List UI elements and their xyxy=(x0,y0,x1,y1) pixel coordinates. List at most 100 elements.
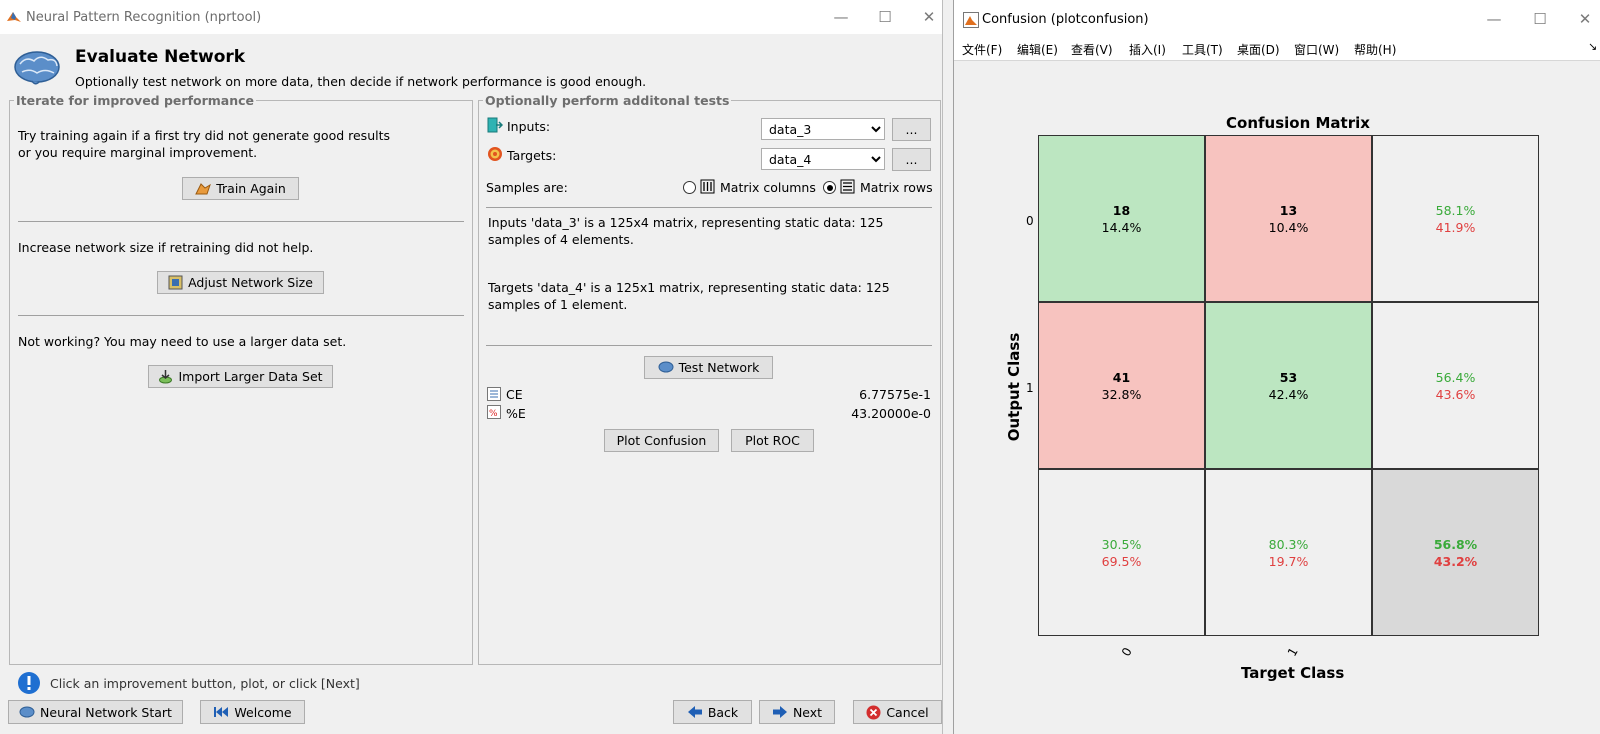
maximize-button[interactable]: ☐ xyxy=(1526,8,1554,30)
targets-icon xyxy=(488,147,502,161)
minimize-button[interactable]: — xyxy=(827,6,855,28)
cm-cell-1-2: 56.4% 43.6% xyxy=(1372,302,1539,469)
tests-panel-legend: Optionally perform additonal tests xyxy=(485,93,730,108)
back-button[interactable]: Back xyxy=(673,700,752,724)
x-axis-label: Target Class xyxy=(1241,664,1345,682)
menu-edit[interactable]: 编辑(E) xyxy=(1017,41,1058,58)
col-tick-0: 0 xyxy=(1118,645,1135,659)
divider xyxy=(486,345,932,346)
row-tick-0: 0 xyxy=(1026,214,1034,228)
cell-percent: 10.4% xyxy=(1268,219,1309,235)
targets-select[interactable]: data_4 xyxy=(761,148,885,170)
inputs-description: Inputs 'data_3' is a 125x4 matrix, repre… xyxy=(488,215,884,247)
ce-value: 6.77575e-1 xyxy=(859,387,931,402)
percent-error-value: 43.20000e-0 xyxy=(851,406,931,421)
col-tick-1: 1 xyxy=(1284,645,1301,659)
adjust-network-size-button[interactable]: Adjust Network Size xyxy=(157,271,324,294)
ce-icon xyxy=(487,387,501,401)
cm-cell-0-0: 18 14.4% xyxy=(1038,135,1205,302)
rewind-icon xyxy=(214,707,229,717)
row-tick-1: 1 xyxy=(1026,381,1034,395)
targets-label: Targets: xyxy=(507,148,557,163)
cancel-label: Cancel xyxy=(886,704,929,720)
menu-insert[interactable]: 插入(I) xyxy=(1129,41,1166,58)
menu-help[interactable]: 帮助(H) xyxy=(1354,41,1396,58)
back-arrow-icon xyxy=(687,706,702,718)
cancel-button[interactable]: Cancel xyxy=(853,700,942,724)
divider xyxy=(486,207,932,208)
cell-error-percent: 69.5% xyxy=(1101,553,1142,569)
menu-file[interactable]: 文件(F) xyxy=(962,41,1002,58)
cell-error-percent: 43.2% xyxy=(1433,553,1478,569)
matrix-rows-radio[interactable] xyxy=(823,181,836,194)
cm-cell-0-2: 58.1% 41.9% xyxy=(1372,135,1539,302)
inputs-browse-button[interactable]: ... xyxy=(892,118,931,141)
window-title: Confusion (plotconfusion) xyxy=(982,12,1149,27)
cell-percent: 42.4% xyxy=(1268,386,1309,402)
plot-roc-button[interactable]: Plot ROC xyxy=(731,429,814,452)
welcome-button[interactable]: Welcome xyxy=(200,700,305,724)
dock-arrow-icon[interactable]: ↘ xyxy=(1588,40,1597,53)
network-size-icon xyxy=(168,275,183,290)
brain-icon xyxy=(14,51,60,85)
plot-confusion-button[interactable]: Plot Confusion xyxy=(604,429,719,452)
divider xyxy=(18,315,464,316)
targets-description: Targets 'data_4' is a 125x1 matrix, repr… xyxy=(488,280,890,312)
back-label: Back xyxy=(707,704,739,720)
cm-cell-1-1: 53 42.4% xyxy=(1205,302,1372,469)
cell-count: 41 xyxy=(1112,369,1131,385)
next-button[interactable]: Next xyxy=(759,700,835,724)
cancel-icon xyxy=(866,705,881,719)
menu-view[interactable]: 查看(V) xyxy=(1071,41,1113,58)
size-text: Increase network size if retraining did … xyxy=(18,240,314,255)
adjust-network-size-label: Adjust Network Size xyxy=(188,275,313,290)
window-title: Neural Pattern Recognition (nprtool) xyxy=(26,10,262,25)
title-bar: Confusion (plotconfusion) — ☐ ✕ xyxy=(954,0,1600,37)
percent-error-icon: % xyxy=(487,405,501,419)
train-again-button[interactable]: Train Again xyxy=(182,177,299,200)
matrix-columns-radio[interactable] xyxy=(683,181,696,194)
plot-title: Confusion Matrix xyxy=(1226,114,1370,132)
close-button[interactable]: ✕ xyxy=(1571,8,1599,30)
info-icon xyxy=(18,672,40,694)
cell-count: 13 xyxy=(1279,202,1298,218)
menu-tools[interactable]: 工具(T) xyxy=(1182,41,1223,58)
nn-start-button[interactable]: Neural Network Start xyxy=(8,700,183,724)
cell-correct-percent: 30.5% xyxy=(1101,536,1142,552)
next-label: Next xyxy=(792,704,823,720)
page-subtitle: Optionally test network on more data, th… xyxy=(75,74,647,89)
import-larger-data-label: Import Larger Data Set xyxy=(178,369,323,384)
matrix-rows-icon xyxy=(840,179,855,194)
import-larger-data-button[interactable]: Import Larger Data Set xyxy=(148,365,333,388)
cell-count: 53 xyxy=(1279,369,1298,385)
nprtool-window: Neural Pattern Recognition (nprtool) — ☐… xyxy=(0,0,943,734)
minimize-button[interactable]: — xyxy=(1480,8,1508,30)
import-icon xyxy=(159,370,173,384)
inputs-select[interactable]: data_3 xyxy=(761,118,885,140)
train-again-label: Train Again xyxy=(216,181,286,196)
divider xyxy=(18,221,464,222)
menu-window[interactable]: 窗口(W) xyxy=(1294,41,1339,58)
maximize-button[interactable]: ☐ xyxy=(871,6,899,28)
test-network-button[interactable]: Test Network xyxy=(644,356,773,379)
cell-error-percent: 19.7% xyxy=(1268,553,1309,569)
iterate-panel-legend: Iterate for improved performance xyxy=(16,93,255,108)
retrain-text-2: or you require marginal improvement. xyxy=(18,145,258,160)
close-button[interactable]: ✕ xyxy=(915,6,943,28)
menu-bar: 文件(F) 编辑(E) 查看(V) 插入(I) 工具(T) 桌面(D) 窗口(W… xyxy=(954,37,1600,61)
next-arrow-icon xyxy=(772,706,787,718)
retrain-text-1: Try training again if a first try did no… xyxy=(18,128,390,143)
nn-start-label: Neural Network Start xyxy=(40,704,172,720)
matrix-columns-label: Matrix columns xyxy=(720,180,816,195)
cell-correct-percent: 58.1% xyxy=(1435,202,1476,218)
data-text: Not working? You may need to use a large… xyxy=(18,334,347,349)
cell-percent: 14.4% xyxy=(1101,219,1142,235)
welcome-label: Welcome xyxy=(234,704,292,720)
inputs-label: Inputs: xyxy=(507,119,551,134)
samples-label: Samples are: xyxy=(486,180,568,195)
cell-percent: 32.8% xyxy=(1101,386,1142,402)
targets-browse-button[interactable]: ... xyxy=(892,148,931,171)
menu-desktop[interactable]: 桌面(D) xyxy=(1237,41,1280,58)
cm-cell-2-1: 80.3% 19.7% xyxy=(1205,469,1372,636)
train-icon xyxy=(195,182,212,194)
